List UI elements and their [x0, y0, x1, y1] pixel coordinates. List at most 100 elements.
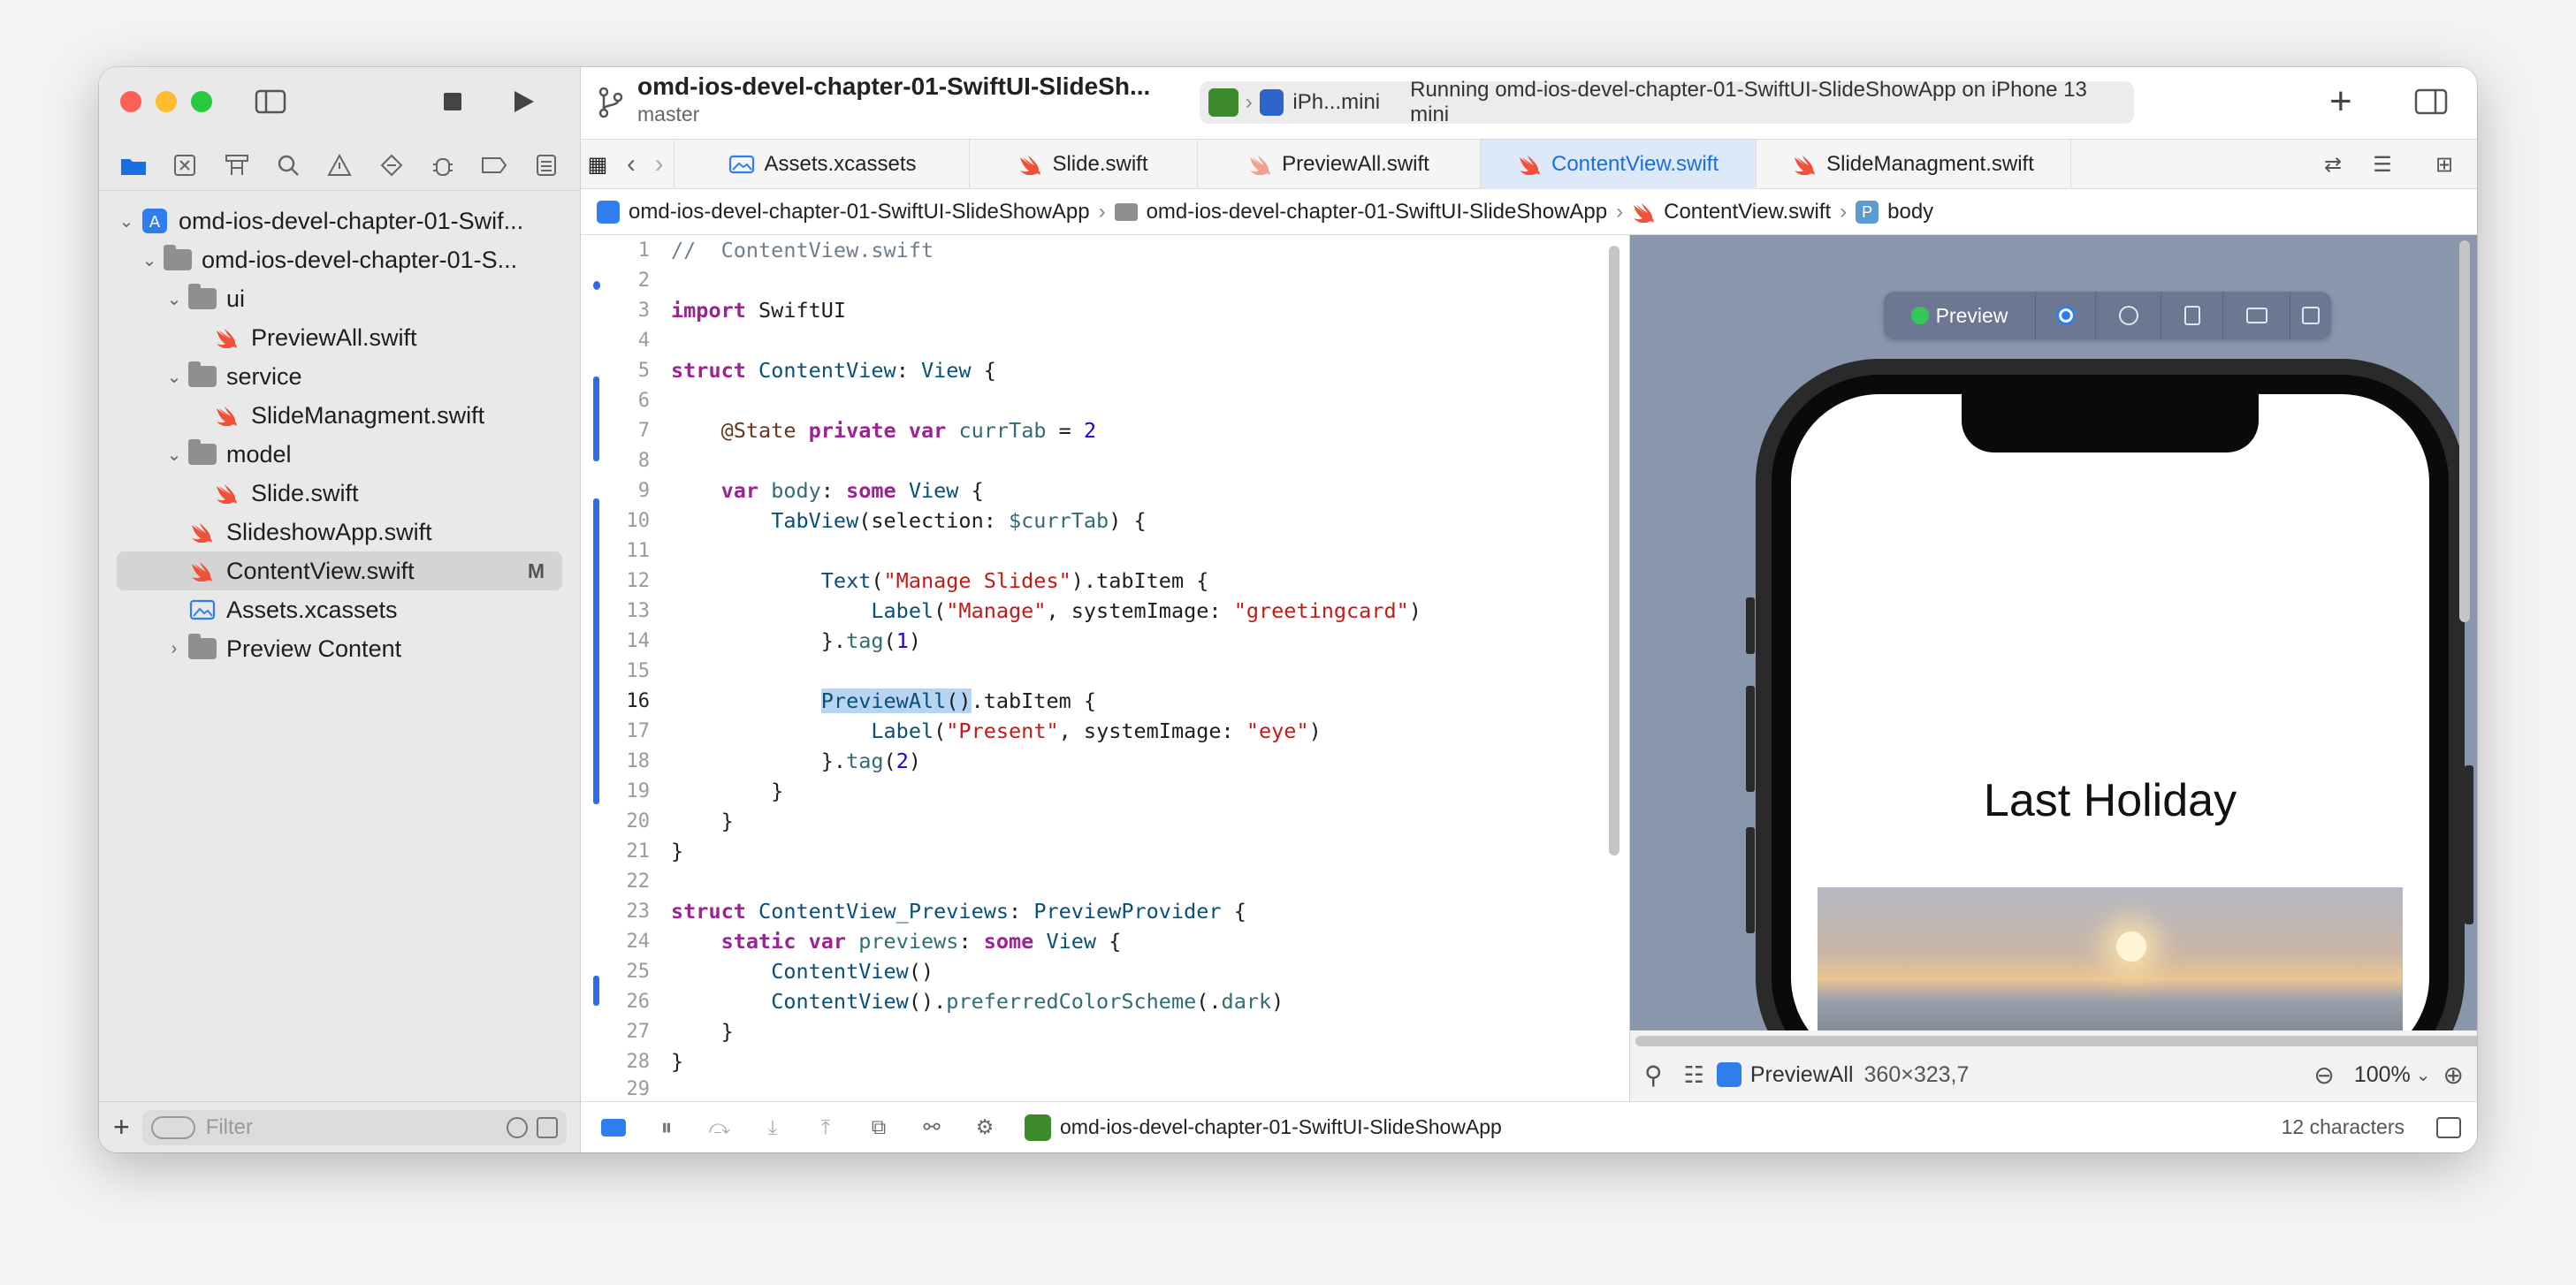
tree-item-file[interactable]: SlideManagment.swift	[117, 396, 562, 435]
device-screen[interactable]: Last Holiday	[1791, 394, 2429, 1030]
breakpoint-navigator-tab[interactable]	[478, 149, 510, 181]
test-navigator-tab[interactable]	[376, 149, 408, 181]
canvas-vscrollbar[interactable]	[2459, 240, 2470, 622]
recent-files-icon[interactable]	[506, 1116, 528, 1138]
filter-field[interactable]: Filter	[141, 1109, 567, 1145]
step-into-icon[interactable]: ⤓	[759, 1114, 786, 1141]
selectable-mode-button[interactable]	[2096, 292, 2161, 339]
zoom-out-icon[interactable]: ⊖	[2313, 1061, 2334, 1090]
stop-button[interactable]	[435, 85, 470, 118]
related-items-icon[interactable]: ▦	[581, 140, 614, 189]
live-mode-button[interactable]	[2036, 292, 2096, 339]
device-settings-button[interactable]	[2223, 292, 2290, 339]
minimize-button[interactable]	[156, 91, 177, 112]
diamond-icon	[380, 154, 403, 176]
tab-label: Slide.swift	[1052, 152, 1148, 176]
chevron-right-icon[interactable]: ›	[164, 639, 184, 659]
breadcrumb-item[interactable]: ContentView.swift	[1664, 200, 1831, 224]
close-button[interactable]	[120, 91, 141, 112]
project-navigator-tab[interactable]	[118, 149, 149, 181]
symbol-navigator-tab[interactable]	[221, 149, 253, 181]
project-title[interactable]: omd-ios-devel-chapter-01-SwiftUI-SlideSh…	[637, 72, 1150, 101]
tree-item-folder-ui[interactable]: ⌄ ui	[117, 279, 562, 318]
zoom-button[interactable]	[191, 91, 212, 112]
source-control-filter-icon[interactable]	[536, 1116, 558, 1138]
code-line: 29	[626, 1077, 651, 1100]
forward-icon[interactable]: ›	[644, 140, 674, 189]
branch-name[interactable]: master	[637, 103, 699, 126]
tab-previewall[interactable]: PreviewAll.swift	[1198, 140, 1481, 189]
inspector-toggle-icon[interactable]	[2414, 88, 2448, 115]
view-hierarchy-icon[interactable]: ⧉	[865, 1114, 892, 1141]
code-line: 24 static var previews: some View {	[626, 929, 1122, 954]
toggle-sidebar-button[interactable]	[253, 85, 288, 118]
debug-navigator-tab[interactable]	[427, 149, 459, 181]
tree-item-group[interactable]: ⌄ omd-ios-devel-chapter-01-S...	[117, 240, 562, 279]
warning-icon	[327, 153, 353, 176]
tree-item-file[interactable]: SlideshowApp.swift	[117, 513, 562, 551]
add-library-icon[interactable]: +	[2329, 80, 2352, 124]
tree-item-folder-service[interactable]: ⌄ service	[117, 357, 562, 396]
swap-icon[interactable]: ⇄	[2313, 140, 2352, 189]
duplicate-preview-button[interactable]	[2290, 292, 2331, 339]
tree-item-folder-model[interactable]: ⌄ model	[117, 435, 562, 474]
chevron-down-icon[interactable]: ⌄	[164, 444, 184, 466]
tab-slide[interactable]: Slide.swift	[970, 140, 1198, 189]
window-toolbar: omd-ios-devel-chapter-01-SwiftUI-SlideSh…	[581, 67, 2477, 140]
breadcrumb-item[interactable]: body	[1887, 200, 1933, 224]
find-navigator-tab[interactable]	[272, 149, 304, 181]
tab-contentview[interactable]: ContentView.swift	[1481, 140, 1757, 189]
memory-graph-icon[interactable]: ⚯	[918, 1114, 945, 1141]
folder-icon	[187, 284, 217, 311]
run-button[interactable]	[506, 85, 541, 118]
source-control-tab[interactable]	[169, 149, 201, 181]
breadcrumb-item[interactable]: omd-ios-devel-chapter-01-SwiftUI-SlideSh…	[1147, 200, 1608, 224]
chevron-down-icon[interactable]: ⌄	[164, 366, 184, 388]
preview-canvas[interactable]: Preview Last Holiday	[1630, 235, 2477, 1030]
pause-icon[interactable]: ⏸	[653, 1114, 680, 1141]
tree-item-folder-preview[interactable]: › Preview Content	[117, 629, 562, 668]
preview-view-name[interactable]: PreviewAll	[1750, 1062, 1854, 1088]
zoom-level[interactable]: 100%	[2354, 1062, 2411, 1088]
step-out-icon[interactable]: ⤒	[812, 1114, 839, 1141]
live-preview-button[interactable]: Preview	[1884, 292, 2036, 339]
tree-item-label: Assets.xcassets	[226, 596, 398, 623]
chevron-down-icon[interactable]: ⌄	[2416, 1064, 2431, 1086]
add-icon[interactable]: +	[113, 1111, 130, 1144]
filter-options-icon[interactable]	[150, 1115, 195, 1139]
editor-options-icon[interactable]: ☰	[2356, 140, 2409, 189]
device-icon[interactable]	[1259, 89, 1284, 116]
device-label[interactable]: iPh...mini	[1292, 90, 1380, 115]
scheme-name[interactable]: omd-ios-devel-chapter-01-SwiftUI-SlideSh…	[1060, 1115, 1502, 1139]
toggle-debug-area-icon[interactable]	[600, 1114, 627, 1141]
editor-scrollbar[interactable]	[1609, 246, 1620, 855]
pin-icon[interactable]: ⚲	[1644, 1061, 1663, 1090]
source-editor[interactable]: 1// ContentView.swift 2 3 import SwiftUI …	[581, 235, 1624, 1101]
chevron-down-icon[interactable]: ⌄	[117, 210, 136, 232]
tree-item-project[interactable]: ⌄ A omd-ios-devel-chapter-01-Swif...	[117, 201, 562, 240]
breadcrumb-item[interactable]: omd-ios-devel-chapter-01-SwiftUI-SlideSh…	[629, 200, 1090, 224]
tab-slidemanagment[interactable]: SlideManagment.swift	[1757, 140, 2071, 189]
tree-item-file[interactable]: PreviewAll.swift	[117, 318, 562, 357]
tree-item-file[interactable]: Slide.swift	[117, 474, 562, 513]
chevron-down-icon[interactable]: ⌄	[140, 249, 159, 271]
code-line: 3 import SwiftUI	[637, 298, 847, 323]
rotate-button[interactable]	[2161, 292, 2223, 339]
add-editor-icon[interactable]: ⊞	[2420, 140, 2469, 189]
breadcrumb-separator: ›	[1098, 199, 1106, 224]
variants-icon[interactable]: ☷	[1684, 1061, 1704, 1089]
preview-button-label: Preview	[1935, 303, 2008, 327]
canvas-hscrollbar[interactable]	[1635, 1036, 2477, 1046]
step-over-icon[interactable]: ⤼	[706, 1114, 733, 1141]
toggle-console-icon[interactable]	[2436, 1116, 2461, 1138]
back-icon[interactable]: ‹	[616, 140, 646, 189]
environment-overrides-icon[interactable]: ⚙	[972, 1114, 998, 1141]
report-navigator-tab[interactable]	[530, 149, 562, 181]
tree-item-file-selected[interactable]: ContentView.swift M	[117, 551, 562, 590]
tree-item-assets[interactable]: Assets.xcassets	[117, 590, 562, 629]
issue-navigator-tab[interactable]	[324, 149, 355, 181]
app-scheme-icon[interactable]	[1208, 88, 1238, 117]
chevron-down-icon[interactable]: ⌄	[164, 288, 184, 310]
zoom-in-icon[interactable]: ⊕	[2443, 1061, 2464, 1090]
tab-assets[interactable]: Assets.xcassets	[676, 140, 970, 189]
